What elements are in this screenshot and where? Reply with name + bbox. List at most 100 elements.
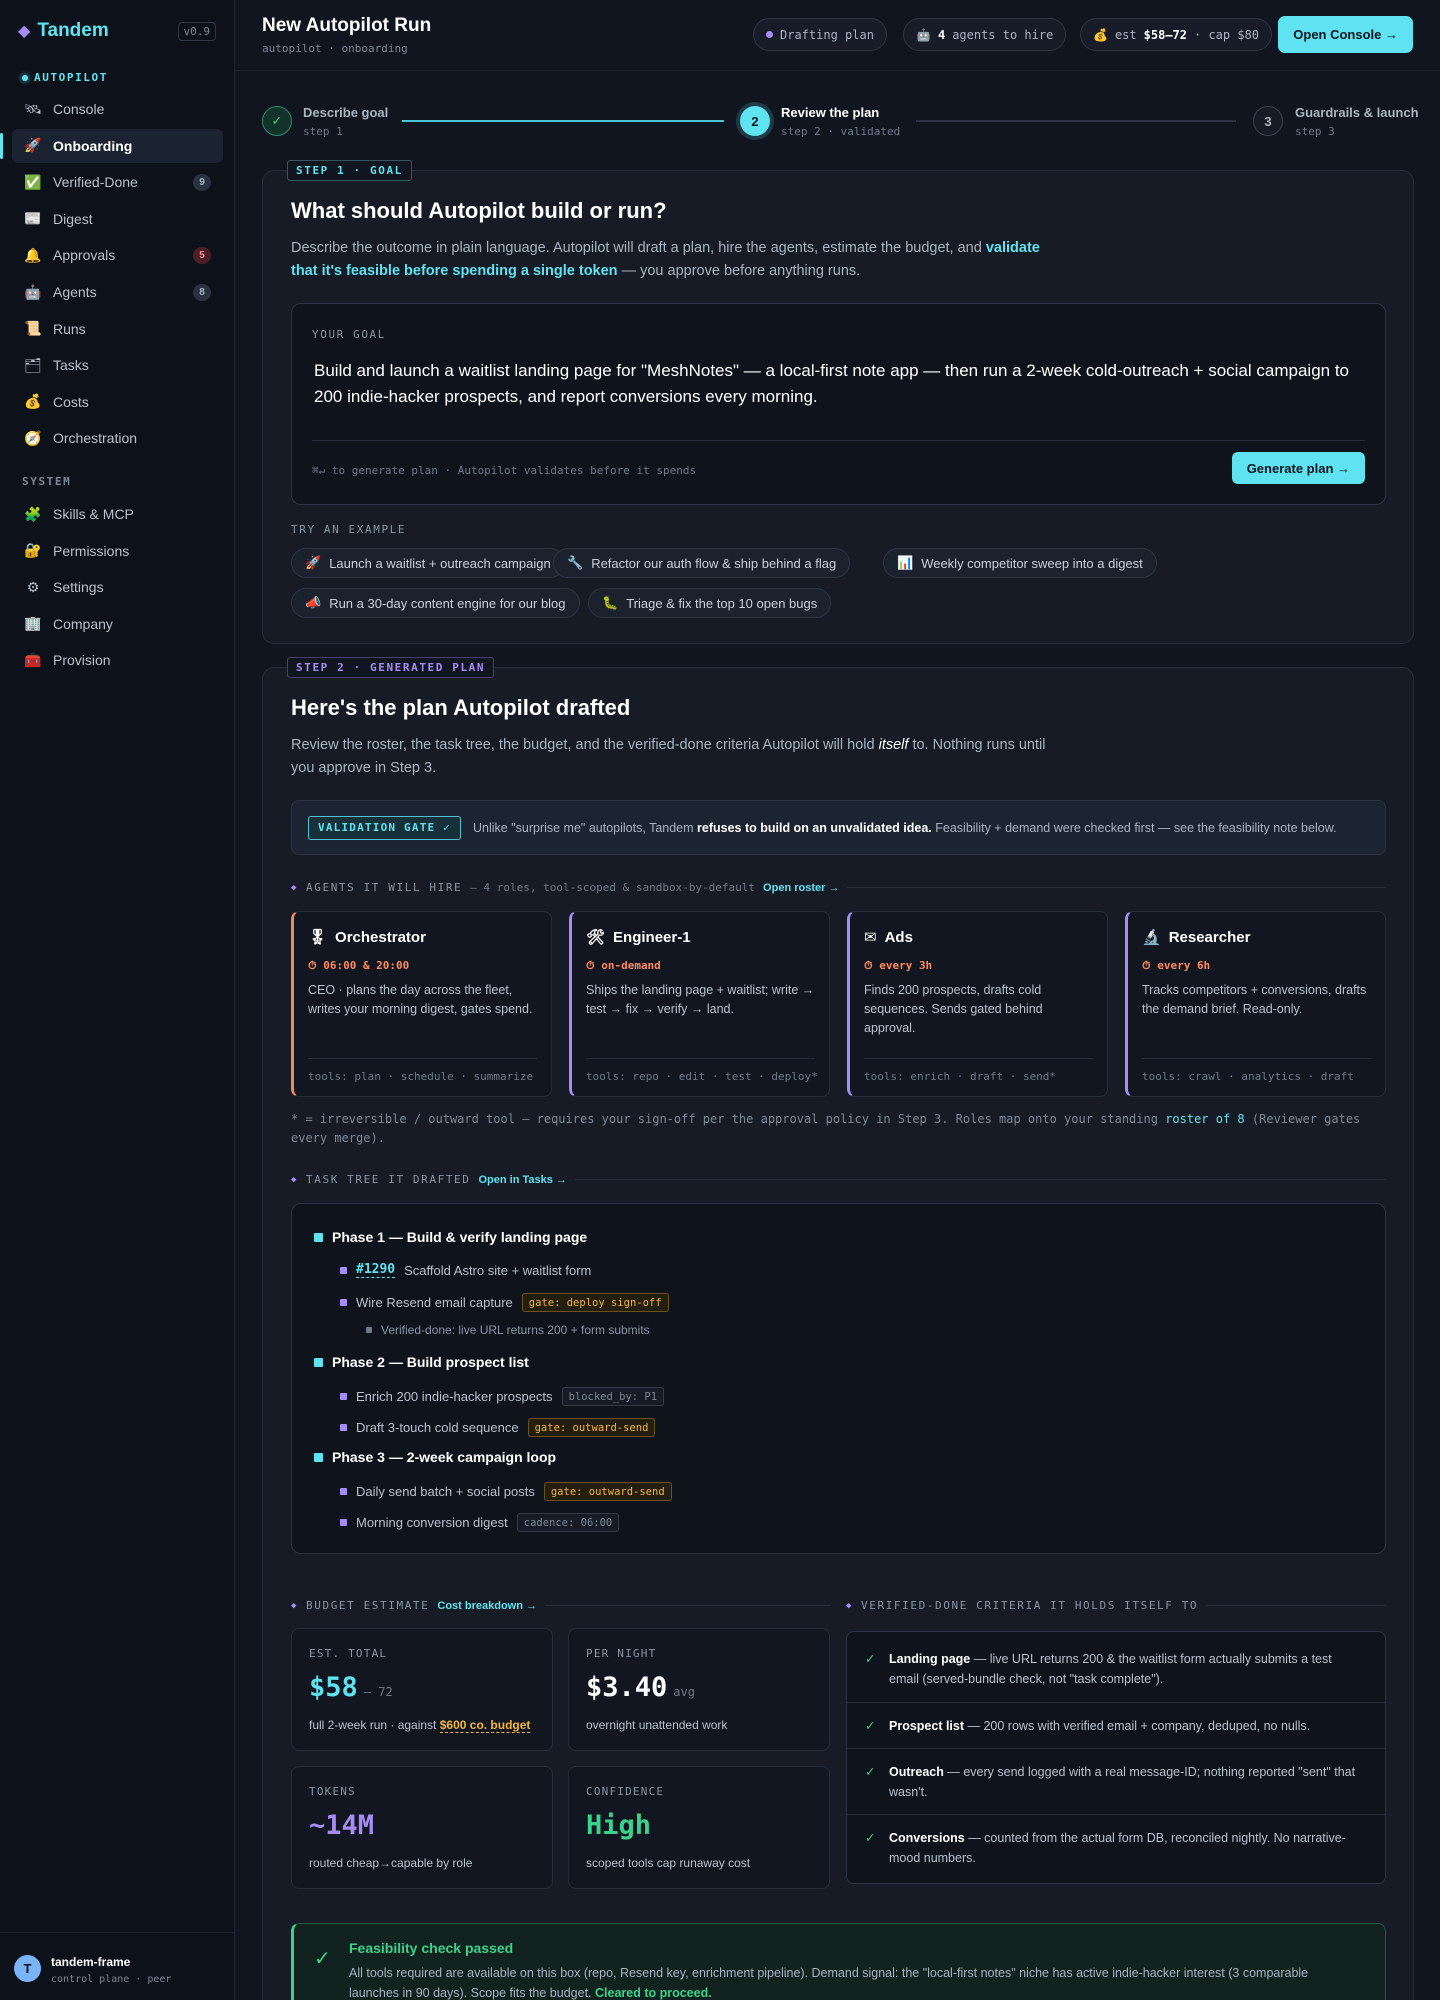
sidebar-item-costs[interactable]: 💰 Costs — [12, 385, 223, 419]
step-2-number[interactable]: 2 — [740, 106, 770, 136]
sidebar-item-runs[interactable]: 📜 Runs — [12, 312, 223, 346]
diamond-icon: ◆ — [291, 1174, 299, 1185]
folder-icon: 🗂 — [24, 356, 42, 373]
sidebar-item-settings[interactable]: ⚙ Settings — [12, 570, 223, 604]
sidebar-item-approvals[interactable]: 🔔 Approvals 5 — [12, 238, 223, 272]
task-row[interactable]: #1290 Scaffold Astro site + waitlist form — [340, 1262, 591, 1278]
sidebar-item-skills-mcp[interactable]: 🧩 Skills & MCP — [12, 497, 223, 531]
task-id-link[interactable]: #1290 — [356, 1262, 396, 1278]
generate-plan-button[interactable]: Generate plan → — [1231, 452, 1365, 484]
phase-marker-icon — [314, 1357, 323, 1367]
verified-done-list: ✓ Landing page — live URL returns 200 & t… — [846, 1631, 1386, 1884]
check-icon: ✅ — [24, 173, 42, 190]
gear-icon: ⚙ — [26, 578, 40, 595]
top-header: New Autopilot Run autopilot · onboarding… — [235, 0, 1440, 71]
sidebar-item-digest[interactable]: 📰 Digest — [12, 202, 223, 236]
estimate-pill: 💰 est $58–72 · cap $80 — [1080, 18, 1273, 51]
metric-sub: overnight unattended work — [586, 1718, 728, 1732]
section-rule — [1206, 1605, 1386, 1606]
microscope-icon: 🔬 — [1142, 929, 1161, 946]
agent-tools: tools: repo · edit · test · deploy* — [586, 1070, 818, 1083]
medal-icon: 🎖 — [308, 929, 328, 946]
example-label: Weekly competitor sweep into a digest — [921, 555, 1143, 571]
agent-name-text: Researcher — [1168, 928, 1251, 946]
agent-card-researcher[interactable]: 🔬 Researcher ⏱ every 6h Tracks competitors … — [1125, 911, 1386, 1097]
open-in-tasks-link[interactable]: Open in Tasks → — [478, 1174, 566, 1186]
goal-input-label: YOUR GOAL — [312, 328, 387, 341]
sidebar-item-label: Skills & MCP — [53, 506, 134, 522]
company-budget-link[interactable]: $600 co. budget — [439, 1718, 531, 1733]
divider — [847, 1814, 1385, 1815]
agent-card-engineer-1[interactable]: 🛠 Engineer-1 ⏱ on-demand Ships the landing … — [569, 911, 830, 1097]
example-chip[interactable]: 📊 Weekly competitor sweep into a digest — [883, 548, 1157, 578]
open-roster-link[interactable]: Open roster → — [763, 882, 839, 894]
task-tree-heading: TASK TREE IT DRAFTED — [306, 1173, 471, 1186]
task-row[interactable]: Morning conversion digest cadence: 06:00 — [340, 1513, 620, 1532]
phase-1[interactable]: Phase 1 — Build & verify landing page — [314, 1229, 587, 1245]
sidebar-item-tasks[interactable]: 🗂 Tasks — [12, 348, 223, 382]
metric-sub: routed cheap→capable by role — [309, 1856, 473, 1870]
sidebar-item-verified-done[interactable]: ✅ Verified-Done 9 — [12, 165, 223, 199]
cost-breakdown-link[interactable]: Cost breakdown → — [437, 1600, 537, 1612]
validation-gate-banner: VALIDATION GATE ✓ Unlike "surprise me" a… — [291, 800, 1386, 855]
phase-3[interactable]: Phase 3 — 2-week campaign loop — [314, 1449, 556, 1465]
count-badge: 8 — [193, 284, 211, 301]
metric-tokens: TOKENS ~14M routed cheap→capable by role — [291, 1766, 553, 1889]
sidebar-item-agents[interactable]: 🤖 Agents 8 — [12, 275, 223, 309]
goal-description: Describe the outcome in plain language. … — [291, 240, 1040, 279]
diamond-icon: ◆ — [291, 882, 299, 893]
sidebar-item-orchestration[interactable]: 🧭 Orchestration — [12, 421, 223, 455]
example-chip[interactable]: 🔧 Refactor our auth flow & ship behind a … — [553, 548, 851, 578]
phase-2[interactable]: Phase 2 — Build prospect list — [314, 1354, 529, 1370]
step-3-number[interactable]: 3 — [1253, 106, 1283, 136]
cadence-badge: cadence: 06:00 — [516, 1513, 620, 1532]
agent-description: Tracks competitors + conversions, drafts… — [1142, 983, 1367, 1016]
subtask-marker-icon — [366, 1327, 372, 1333]
sidebar-item-provision[interactable]: 🧰 Provision — [12, 643, 223, 677]
agent-card-orchestrator[interactable]: 🎖 Orchestrator ⏱ 06:00 & 20:00 CEO · plans … — [291, 911, 552, 1097]
open-console-button[interactable]: Open Console → — [1278, 16, 1413, 53]
plan-title: Here's the plan Autopilot drafted — [291, 695, 631, 720]
example-chip[interactable]: 🐛 Triage & fix the top 10 open bugs — [588, 588, 832, 618]
check-icon: ✓ — [865, 1652, 876, 1666]
goal-input[interactable]: Build and launch a waitlist landing page… — [314, 358, 1364, 410]
task-row[interactable]: Draft 3-touch cold sequence gate: outward… — [340, 1418, 656, 1437]
goal-input-box[interactable]: YOUR GOAL Build and launch a waitlist la… — [291, 303, 1386, 505]
feasibility-title: Feasibility check passed — [349, 1940, 514, 1956]
tool-footnote: * = irreversible / outward tool — requir… — [291, 1112, 1361, 1145]
agent-tools: tools: enrich · draft · send* — [864, 1070, 1057, 1083]
sidebar-item-onboarding[interactable]: 🚀 Onboarding — [0, 128, 223, 163]
task-row[interactable]: Wire Resend email capture gate: deploy si… — [340, 1293, 669, 1312]
agent-name-text: Orchestrator — [335, 928, 426, 946]
sidebar-item-label: Onboarding — [53, 137, 133, 154]
step-1-title[interactable]: Describe goal — [303, 105, 388, 120]
task-row[interactable]: Daily send batch + social posts gate: out… — [340, 1482, 672, 1501]
step-2-tag: STEP 2 · GENERATED PLAN — [287, 657, 495, 678]
agent-card-ads[interactable]: ✉ Ads ⏱ every 3h Finds 200 prospects, draft… — [847, 911, 1108, 1097]
agents-count: 4 — [937, 27, 946, 42]
step-2-title[interactable]: Review the plan — [781, 105, 879, 120]
diamond-icon: ◆ — [291, 1600, 299, 1611]
step-1-check-icon[interactable]: ✓ — [262, 106, 292, 136]
diamond-icon: ◆ — [846, 1600, 854, 1611]
step-1-tag: STEP 1 · GOAL — [287, 160, 412, 181]
agent-description: Finds 200 prospects, drafts cold sequenc… — [864, 983, 1043, 1035]
sidebar-item-console[interactable]: 🛰 Console — [12, 92, 223, 126]
workspace-footer[interactable]: T tandem-frame control plane · peer — [0, 1932, 235, 2000]
step-3-title[interactable]: Guardrails & launch — [1295, 105, 1419, 120]
brand-logo[interactable]: ◆ Tandem — [18, 20, 109, 42]
blocked-badge: blocked_by: P1 — [561, 1387, 665, 1406]
sidebar-item-company[interactable]: 🏢 Company — [12, 607, 223, 641]
example-chip[interactable]: 📣 Run a 30-day content engine for our blo… — [291, 588, 580, 618]
divider — [864, 1058, 1093, 1059]
task-row[interactable]: Enrich 200 indie-hacker prospects blocked… — [340, 1387, 665, 1406]
example-chip[interactable]: 🚀 Launch a waitlist + outreach campaign — [291, 548, 565, 578]
sidebar-item-permissions[interactable]: 🔐 Permissions — [12, 534, 223, 568]
metric-sub: full 2-week run · against $600 co. budge… — [309, 1718, 531, 1733]
step-connector-1 — [402, 120, 724, 122]
roster-link[interactable]: roster of 8 — [1165, 1112, 1244, 1126]
sidebar-item-label: Orchestration — [53, 430, 138, 447]
app-name: Tandem — [37, 20, 109, 41]
building-icon: 🏢 — [24, 615, 42, 632]
avatar[interactable]: T — [14, 1955, 41, 1982]
